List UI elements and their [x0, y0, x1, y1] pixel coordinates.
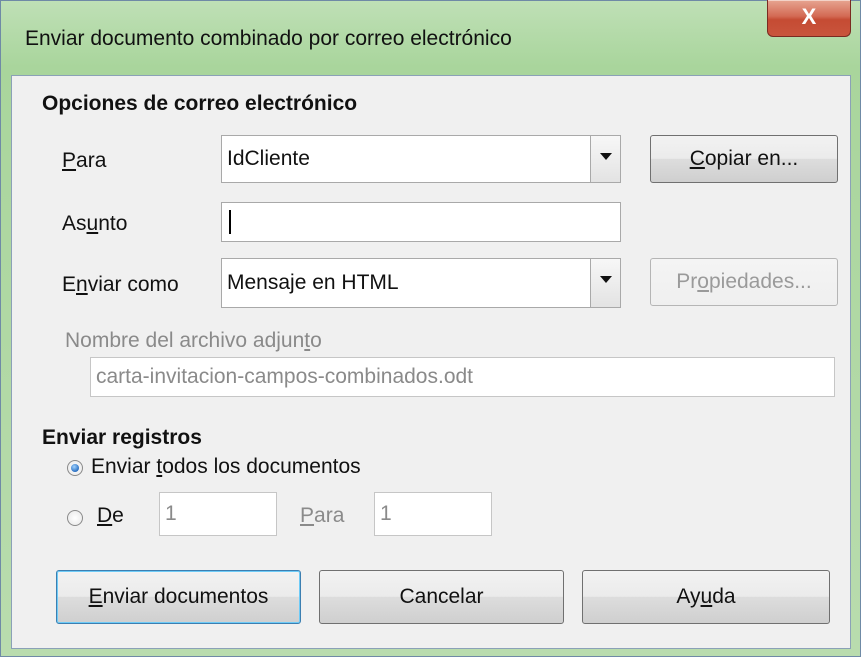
dialog-window: Enviar documento combinado por correo el…	[0, 0, 861, 657]
range-radio[interactable]	[67, 510, 83, 526]
close-icon: X	[801, 4, 817, 29]
text-caret	[229, 210, 231, 234]
attachment-name-input[interactable]: carta-invitacion-campos-combinados.odt	[90, 357, 835, 397]
chevron-down-icon[interactable]	[590, 136, 620, 182]
dialog-content: Opciones de correo electrónico Para IdCl…	[11, 75, 851, 649]
to-combobox-value: IdCliente	[227, 147, 310, 170]
properties-button[interactable]: Propiedades...	[650, 258, 838, 306]
close-button[interactable]: X	[767, 0, 851, 37]
send-all-radio[interactable]	[67, 460, 83, 476]
to-combobox[interactable]: IdCliente	[221, 135, 621, 183]
send-records-heading: Enviar registros	[42, 426, 202, 449]
from-input[interactable]: 1	[159, 492, 277, 536]
copy-to-button[interactable]: Copiar en...	[650, 135, 838, 183]
window-title: Enviar documento combinado por correo el…	[25, 27, 512, 50]
to-label: Para	[62, 149, 107, 172]
attachment-name-label: Nombre del archivo adjunto	[65, 329, 322, 352]
from-label[interactable]: De	[97, 504, 124, 528]
send-documents-button[interactable]: Enviar documentos	[56, 570, 301, 624]
title-bar[interactable]: Enviar documento combinado por correo el…	[1, 0, 860, 75]
subject-label: Asunto	[62, 212, 128, 235]
help-button[interactable]: Ayuda	[582, 570, 830, 624]
subject-input[interactable]	[221, 202, 621, 242]
to-range-input[interactable]: 1	[374, 492, 492, 536]
send-as-combobox[interactable]: Mensaje en HTML	[221, 258, 621, 308]
to-range-label: Para	[300, 504, 345, 527]
send-as-label: Enviar como	[62, 273, 179, 296]
chevron-down-icon[interactable]	[590, 259, 620, 307]
send-all-label[interactable]: Enviar todos los documentos	[91, 455, 361, 479]
send-as-combobox-value: Mensaje en HTML	[227, 271, 399, 294]
email-options-heading: Opciones de correo electrónico	[42, 92, 358, 115]
cancel-button[interactable]: Cancelar	[319, 570, 564, 624]
